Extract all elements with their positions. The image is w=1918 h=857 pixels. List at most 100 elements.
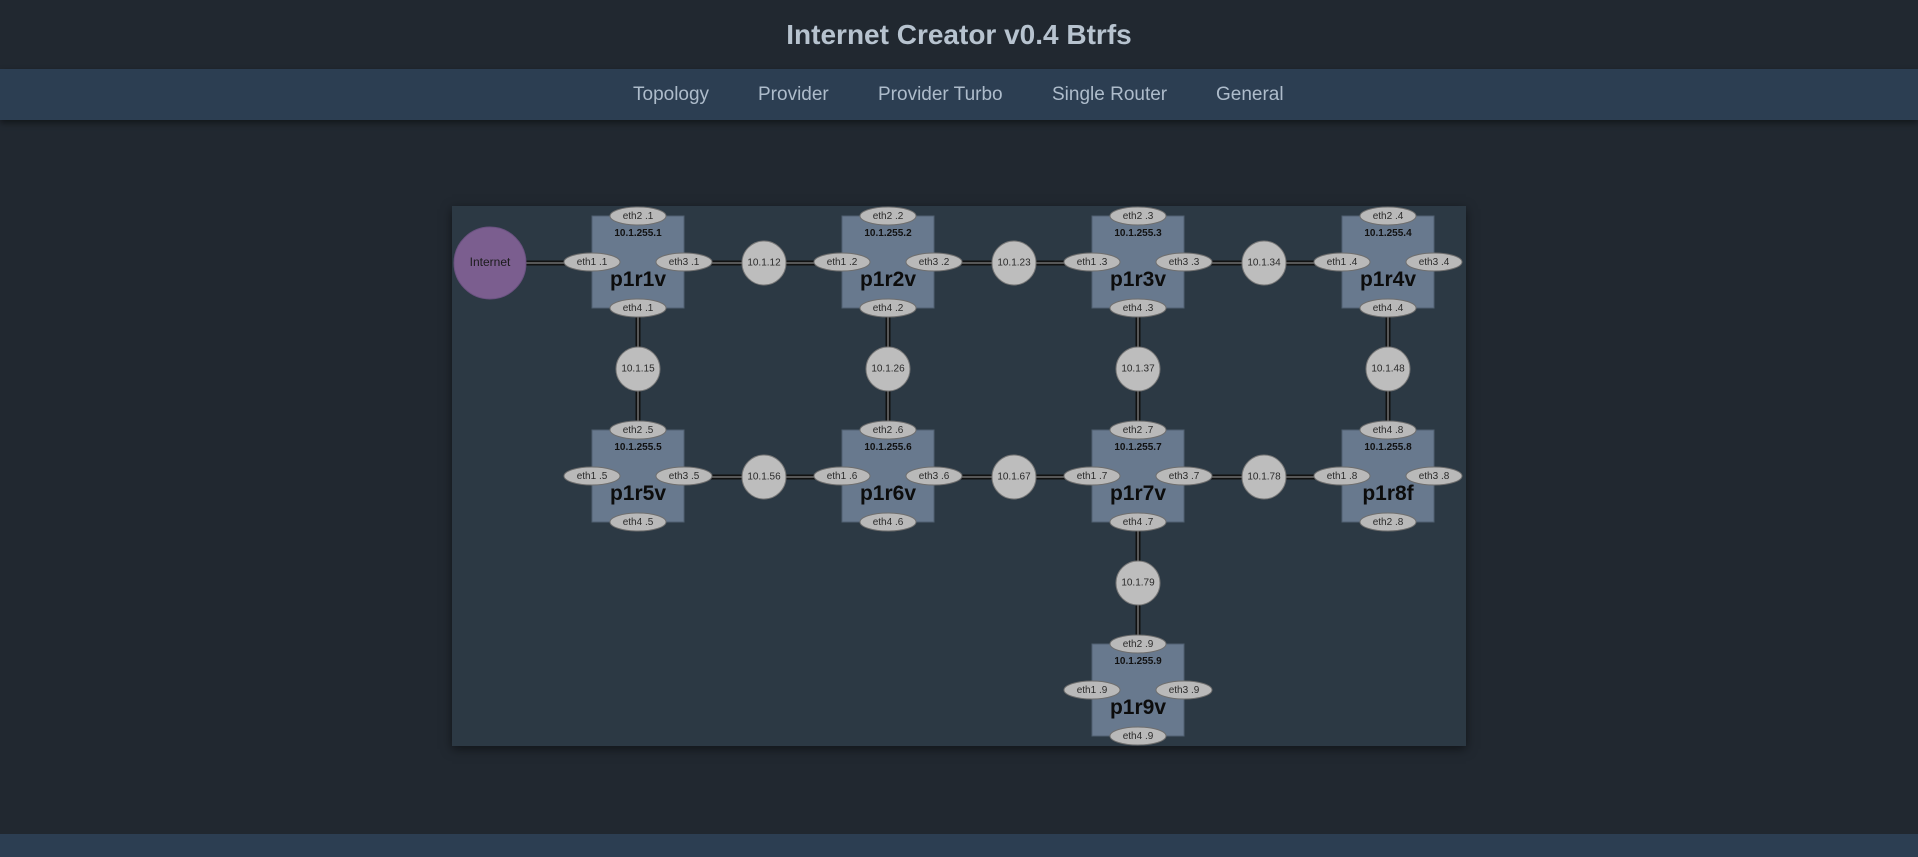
interface-eth1[interactable]: eth1 .4 [1313,252,1371,272]
interface-eth3[interactable]: eth3 .2 [905,252,963,272]
interface-eth3[interactable]: eth3 .9 [1155,680,1213,700]
router-p1r2v[interactable]: 10.1.255.2 p1r2v eth2 .2 eth4 .2 eth1 .2 eth3… [813,206,963,318]
interface-label: eth1 .1 [577,257,608,268]
interface-eth4[interactable]: eth4 .4 [1359,298,1417,318]
interface-label: eth1 .6 [827,471,858,482]
interface-eth3[interactable]: eth3 .4 [1405,252,1463,272]
interface-eth1[interactable]: eth1 .2 [813,252,871,272]
interface-eth2[interactable]: eth2 .5 [609,420,667,440]
interface-label: eth4 .9 [1123,731,1154,742]
interface-eth4[interactable]: eth4 .3 [1109,298,1167,318]
router-p1r4v[interactable]: 10.1.255.4 p1r4v eth2 .4 eth4 .4 eth1 .4 eth3… [1313,206,1463,318]
interface-eth1[interactable]: eth1 .9 [1063,680,1121,700]
interface-eth2[interactable]: eth2 .6 [859,420,917,440]
interface-eth3[interactable]: eth3 .5 [655,466,713,486]
network-label: 10.1.37 [1121,364,1155,375]
router-loopback: 10.1.255.5 [614,442,662,453]
interface-eth1[interactable]: eth1 .1 [563,252,621,272]
router-name: p1r1v [610,268,666,291]
interface-label: eth4 .2 [873,303,904,314]
interface-eth2[interactable]: eth2 .2 [859,206,917,226]
interface-eth4[interactable]: eth2 .8 [1359,512,1417,532]
interface-eth2[interactable]: eth4 .8 [1359,420,1417,440]
interface-label: eth2 .6 [873,425,904,436]
interface-eth3[interactable]: eth3 .1 [655,252,713,272]
interface-eth4[interactable]: eth4 .6 [859,512,917,532]
router-loopback: 10.1.255.4 [1364,228,1412,239]
router-p1r5v[interactable]: 10.1.255.5 p1r5v eth2 .5 eth4 .5 eth1 .5 eth3… [563,420,713,532]
network-node[interactable]: 10.1.78 [1241,454,1287,500]
interface-label: eth4 .6 [873,517,904,528]
interface-eth2[interactable]: eth2 .1 [609,206,667,226]
interface-eth1[interactable]: eth1 .7 [1063,466,1121,486]
network-label: 10.1.12 [747,258,781,269]
app-header: Internet Creator v0.4 Btrfs [0,0,1918,69]
interface-eth1[interactable]: eth1 .5 [563,466,621,486]
network-node[interactable]: 10.1.23 [991,240,1037,286]
interface-eth3[interactable]: eth3 .8 [1405,466,1463,486]
interface-eth1[interactable]: eth1 .3 [1063,252,1121,272]
network-node[interactable]: 10.1.37 [1115,346,1161,392]
router-loopback: 10.1.255.7 [1114,442,1162,453]
router-name: p1r4v [1360,268,1416,291]
interface-eth4[interactable]: eth4 .2 [859,298,917,318]
router-p1r7v[interactable]: 10.1.255.7 p1r7v eth2 .7 eth4 .7 eth1 .7 eth3… [1063,420,1213,532]
router-p1r3v[interactable]: 10.1.255.3 p1r3v eth2 .3 eth4 .3 eth1 .3 eth3… [1063,206,1213,318]
router-loopback: 10.1.255.8 [1364,442,1412,453]
interface-eth4[interactable]: eth4 .7 [1109,512,1167,532]
nav-provider[interactable]: Provider [758,69,829,120]
interface-label: eth1 .2 [827,257,858,268]
router-p1r9v[interactable]: 10.1.255.9 p1r9v eth2 .9 eth4 .9 eth1 .9 eth3… [1063,634,1213,746]
router-name: p1r6v [860,482,916,505]
interface-eth2[interactable]: eth2 .3 [1109,206,1167,226]
interface-label: eth4 .1 [623,303,654,314]
interface-eth3[interactable]: eth3 .3 [1155,252,1213,272]
interface-label: eth4 .8 [1373,425,1404,436]
router-name: p1r9v [1110,696,1166,719]
router-p1r8f[interactable]: 10.1.255.8 p1r8f eth4 .8 eth2 .8 eth1 .8 eth3… [1313,420,1463,532]
interface-eth4[interactable]: eth4 .1 [609,298,667,318]
router-p1r1v[interactable]: 10.1.255.1 p1r1v eth2 .1 eth4 .1 eth1 .1 eth3… [563,206,713,318]
interface-eth2[interactable]: eth2 .4 [1359,206,1417,226]
interface-eth2[interactable]: eth2 .9 [1109,634,1167,654]
interface-eth1[interactable]: eth1 .8 [1313,466,1371,486]
interface-label: eth2 .5 [623,425,654,436]
network-label: 10.1.34 [1247,258,1281,269]
network-node[interactable]: 10.1.79 [1115,560,1161,606]
interface-eth1[interactable]: eth1 .6 [813,466,871,486]
nav-single-router[interactable]: Single Router [1052,69,1167,120]
interface-eth4[interactable]: eth4 .9 [1109,726,1167,746]
network-node[interactable]: 10.1.34 [1241,240,1287,286]
internet-node[interactable]: Internet [453,226,527,300]
nav-topology[interactable]: Topology [633,69,709,120]
interface-label: eth2 .9 [1123,639,1154,650]
internet-label: Internet [470,255,511,269]
interface-label: eth3 .8 [1419,471,1450,482]
network-node[interactable]: 10.1.12 [741,240,787,286]
network-label: 10.1.23 [997,258,1031,269]
network-label: 10.1.56 [747,472,781,483]
interface-eth3[interactable]: eth3 .7 [1155,466,1213,486]
interface-label: eth1 .8 [1327,471,1358,482]
nav-provider-turbo[interactable]: Provider Turbo [878,69,1003,120]
router-loopback: 10.1.255.2 [864,228,912,239]
interface-eth4[interactable]: eth4 .5 [609,512,667,532]
network-node[interactable]: 10.1.56 [741,454,787,500]
network-node[interactable]: 10.1.15 [615,346,661,392]
interface-label: eth3 .1 [669,257,700,268]
footer-bar [0,834,1918,857]
interface-eth2[interactable]: eth2 .7 [1109,420,1167,440]
router-p1r6v[interactable]: 10.1.255.6 p1r6v eth2 .6 eth4 .6 eth1 .6 eth3… [813,420,963,532]
router-name: p1r8f [1362,482,1414,505]
interface-label: eth2 .7 [1123,425,1154,436]
network-node[interactable]: 10.1.67 [991,454,1037,500]
interface-eth3[interactable]: eth3 .6 [905,466,963,486]
network-node[interactable]: 10.1.26 [865,346,911,392]
nav-general[interactable]: General [1216,69,1284,120]
network-label: 10.1.78 [1247,472,1281,483]
interface-label: eth1 .9 [1077,685,1108,696]
interface-label: eth1 .5 [577,471,608,482]
interface-label: eth1 .3 [1077,257,1108,268]
router-loopback: 10.1.255.3 [1114,228,1162,239]
network-node[interactable]: 10.1.48 [1365,346,1411,392]
